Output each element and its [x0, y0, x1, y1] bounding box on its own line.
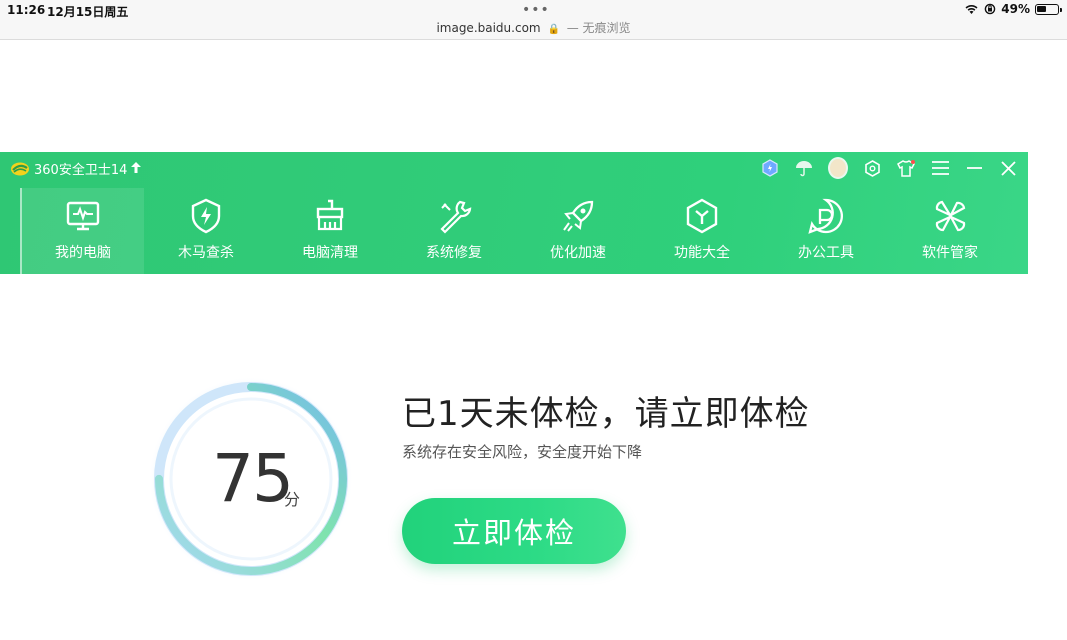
check-headline: 已1天未体检，请立即体检	[402, 394, 810, 434]
monitor-icon	[66, 201, 100, 231]
skin-icon[interactable]	[896, 158, 916, 178]
shield-bolt-icon	[191, 198, 221, 234]
app-header: 360安全卫士14 我的电脑 木马查杀 电脑清理 系统修复 优化加速 功能大全 …	[0, 152, 1028, 274]
avatar[interactable]	[828, 157, 848, 179]
battery-icon	[1035, 3, 1062, 15]
nav-label: 电脑清理	[302, 245, 358, 261]
wrench-icon	[440, 200, 472, 234]
nav-label: 我的电脑	[55, 245, 111, 261]
tab-software-manager[interactable]: 软件管家	[888, 188, 1012, 274]
score-unit: 分	[284, 490, 301, 509]
url-text: image.baidu.com	[436, 21, 541, 35]
more-dots-icon[interactable]: •••	[522, 2, 550, 18]
tab-features[interactable]: 功能大全	[640, 188, 764, 274]
upgrade-arrow-icon[interactable]	[131, 161, 142, 176]
address-bar[interactable]: image.baidu.com 🔒 — 无痕浏览	[0, 19, 1067, 36]
menu-icon[interactable]	[930, 158, 950, 178]
orientation-lock-icon	[984, 3, 996, 15]
cube-icon	[686, 198, 718, 234]
app-title-area: 360安全卫士14	[10, 159, 142, 178]
tab-optimize[interactable]: 优化加速	[516, 188, 640, 274]
wifi-icon	[965, 4, 978, 14]
tab-trojan-scan[interactable]: 木马查杀	[144, 188, 268, 274]
score-value: 75	[212, 440, 294, 517]
app-title: 360安全卫士14	[34, 163, 128, 178]
tab-office-tools[interactable]: 办公工具	[764, 188, 888, 274]
nav-label: 办公工具	[798, 245, 854, 261]
apps-icon	[935, 200, 966, 232]
status-time: 11:26	[7, 3, 46, 17]
window-controls	[760, 157, 1018, 179]
tab-my-computer[interactable]: 我的电脑	[20, 188, 144, 274]
main-nav: 我的电脑 木马查杀 电脑清理 系统修复 优化加速 功能大全 办公工具 软件管家	[20, 188, 1012, 274]
close-icon[interactable]	[998, 158, 1018, 178]
settings-icon[interactable]	[862, 158, 882, 178]
umbrella-icon[interactable]	[794, 158, 814, 178]
browser-status-bar: 11:26 12月15日周五 ••• image.baidu.com 🔒 — 无…	[0, 0, 1067, 40]
status-date: 12月15日周五	[47, 5, 129, 19]
shield-badge-icon[interactable]	[760, 158, 780, 178]
tab-system-repair[interactable]: 系统修复	[392, 188, 516, 274]
nav-label: 软件管家	[922, 245, 978, 261]
nav-label: 功能大全	[674, 245, 730, 261]
rocket-icon	[563, 200, 594, 232]
lock-icon: 🔒	[547, 24, 560, 35]
check-now-button[interactable]: 立即体检	[402, 498, 626, 564]
private-mode-label: — 无痕浏览	[566, 21, 631, 35]
360-logo-icon	[11, 162, 29, 175]
minimize-icon[interactable]	[964, 158, 984, 178]
check-subline: 系统存在安全风险，安全度开始下降	[402, 443, 643, 461]
nav-label: 优化加速	[550, 245, 606, 261]
office-icon	[808, 198, 843, 234]
nav-label: 系统修复	[426, 245, 482, 261]
status-indicators: 49%	[964, 2, 1062, 16]
tab-cleanup[interactable]: 电脑清理	[268, 188, 392, 274]
nav-label: 木马查杀	[178, 245, 234, 261]
battery-percent: 49%	[1001, 2, 1030, 16]
broom-icon	[316, 199, 344, 231]
